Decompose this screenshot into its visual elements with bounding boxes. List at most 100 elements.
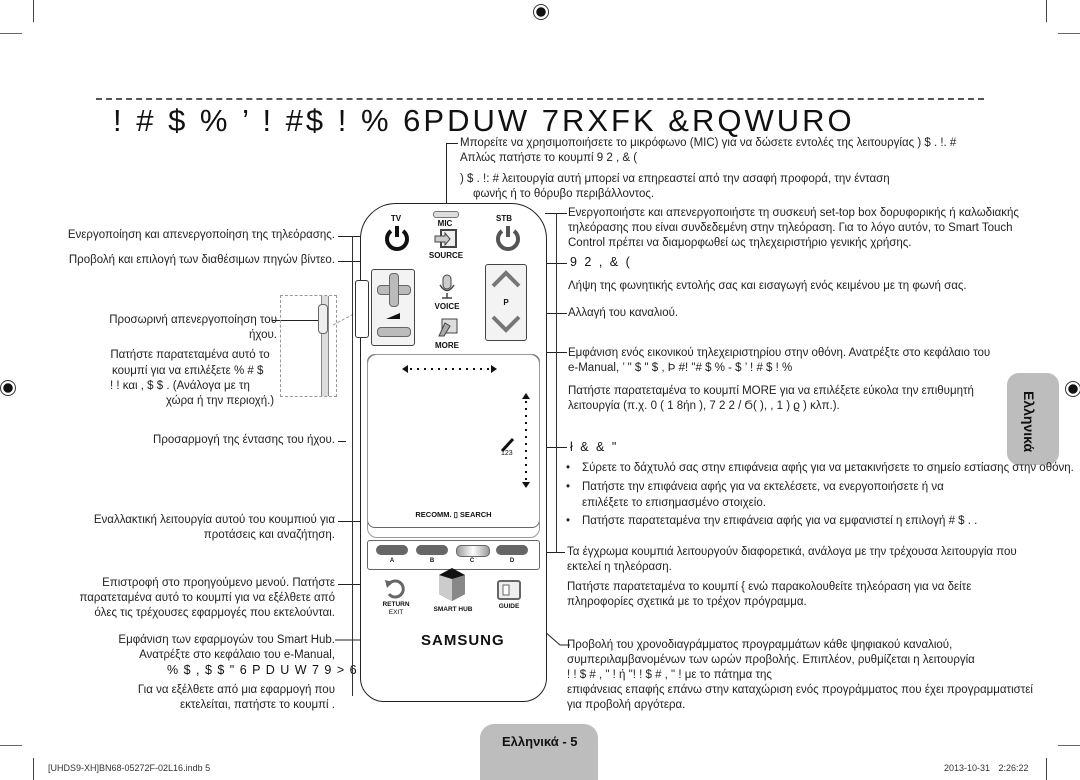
color-button-c[interactable]: [456, 545, 490, 557]
recomm-description-2: προτάσεις και αναζήτηση.: [203, 529, 335, 541]
page-title: ! # $ % ’ ! #$ ! % 6PDUW 7RXFK &RQWURO: [113, 103, 855, 138]
channel-rocker[interactable]: P: [485, 264, 527, 341]
voice-button[interactable]: [437, 274, 457, 300]
volume-description: Προσαρμογή της έντασης του ήχου.: [153, 434, 335, 446]
volume-down-icon: [377, 327, 411, 337]
samsung-logo: SAMSUNG: [421, 632, 505, 649]
return-button[interactable]: [383, 576, 407, 600]
crop-mark: [1046, 758, 1047, 780]
color-buttons-group: A B C D: [367, 540, 540, 570]
leader-line: [556, 213, 557, 553]
registration-mark-icon: [1065, 381, 1080, 397]
mute-button[interactable]: [355, 280, 369, 338]
color-buttons-hold-2: πληροφορίες σχετικά με το τρέχον πρόγραμ…: [567, 596, 807, 608]
crop-mark: [33, 758, 34, 780]
stb-description-2: τηλεόρασης που είναι συνδεδεμένη στην τη…: [568, 222, 1013, 234]
color-buttons-description-2: εκτελεί η τηλεόραση.: [567, 561, 672, 573]
channel-up-icon: [491, 270, 521, 288]
voice-label: VOICE: [434, 302, 460, 311]
volume-rocker[interactable]: [371, 269, 415, 346]
return-description-2: παρατεταμένα αυτό το κουμπί για να εξέλθ…: [79, 592, 335, 604]
guide-label: GUIDE: [498, 603, 520, 610]
page-number-tab: Ελληνικά - 5: [480, 724, 598, 780]
guide-description-4: επιφάνειας επαφής επάνω στην καταχώριση …: [567, 684, 1033, 696]
recomm-description: Εναλλακτική λειτουργία αυτού του κουμπιο…: [93, 514, 335, 526]
more-description: Εμφάνιση ενός εικονικού τηλεχειριστηρίου…: [568, 347, 991, 359]
color-button-a-label: A: [389, 558, 395, 564]
color-button-d[interactable]: [496, 545, 528, 555]
more-button[interactable]: [437, 318, 459, 338]
stb-label: STB: [496, 214, 512, 223]
channel-down-icon: [491, 315, 521, 333]
color-button-b[interactable]: [416, 545, 448, 555]
guide-description-3: ! ! $ # , " ! ή "! ! $ # , " ! με το πάτ…: [567, 669, 772, 681]
more-hold-description: Πατήστε παρατεταμένα το κουμπί MORE για …: [568, 385, 974, 397]
voice-heading: 9 2 , & (: [570, 255, 632, 269]
number-input-label: 123: [501, 450, 513, 457]
mute-description-2: ήχου.: [248, 329, 277, 341]
guide-button[interactable]: [496, 579, 522, 601]
smarthub-description: Εμφάνιση των εφαρμογών του Smart Hub.: [118, 634, 335, 646]
mute-hold-description-4: χώρα ή την περιοχή.): [165, 395, 275, 407]
stb-description-3: Control πρέπει να διαμορφωθεί ως τηλεχει…: [568, 237, 912, 249]
mute-hold-description-3: ! ! και , $ $ . (Ανάλογα με τη: [110, 380, 250, 392]
more-label: MORE: [435, 341, 459, 350]
footer-filename: [UHDS9-XH]BN68-05272F-02L16.indb 5: [48, 763, 211, 773]
crop-mark: [1058, 33, 1080, 34]
mute-description: Προσωρινή απενεργοποίηση του: [109, 314, 277, 326]
color-button-d-label: D: [509, 558, 515, 564]
crop-mark: [1046, 0, 1047, 22]
color-buttons-hold: Πατήστε παρατεταμένα το κουμπί { ενώ παρ…: [567, 581, 972, 593]
source-label: SOURCE: [428, 251, 464, 260]
mic-note: ) $ . !: # λειτουργία αυτή μπορεί να επη…: [460, 173, 890, 185]
volume-icon: [386, 313, 400, 319]
more-description-2: e-Manual, ’ " $ " $ , Þ #! "# $ % - $ ’ …: [568, 362, 793, 374]
source-button[interactable]: [433, 228, 459, 250]
registration-mark-icon: [0, 380, 16, 396]
language-tab: Ελληνικά: [1007, 373, 1059, 465]
touchpad-heading: ł & & ": [570, 440, 619, 454]
page-number: Ελληνικά - 5: [502, 734, 578, 749]
mic-instruction: Απλώς πατήστε το κουμπί 9 2 , & (: [460, 152, 638, 164]
leader-line: [545, 552, 565, 553]
touchpad-bullet: Σύρετε το δάχτυλό σας στην επιφάνεια αφή…: [562, 461, 1074, 477]
voice-description: Λήψη της φωνητικής εντολής σας και εισαγ…: [568, 280, 967, 292]
tv-power-button[interactable]: [383, 224, 411, 252]
leader-line: [338, 441, 346, 442]
return-description-3: όλες τις τρέχουσες εφαρμογές που εκτελού…: [94, 607, 335, 619]
more-hold-description-2: λειτουργία (π.χ. 0 ( 1 8ήn ), 7 2 2 / Ϭ(…: [568, 400, 840, 412]
smarthub-description-4: Για να εξέλθετε από μια εφαρμογή που: [137, 684, 335, 696]
crop-mark: [1058, 745, 1080, 746]
touchpad[interactable]: 123: [367, 354, 540, 528]
remote-side-view: [280, 295, 337, 397]
color-button-a[interactable]: [376, 545, 408, 555]
source-description: Προβολή και επιλογή των διαθέσιμων πηγών…: [68, 254, 335, 266]
leader-line: [446, 143, 458, 144]
smart-hub-button[interactable]: [437, 567, 467, 603]
section-divider: [96, 98, 984, 100]
mic-description: Μπορείτε να χρησιμοποιήσετε το μικρόφωνο…: [460, 137, 957, 149]
footer-datetime: 2013-10-31 2:26:22: [944, 763, 1029, 773]
mic-note-cont: φωνής ή το θόρυβο περιβάλλοντος.: [473, 188, 655, 200]
language-tab-label: Ελληνικά: [1021, 391, 1037, 453]
color-button-b-label: B: [429, 558, 435, 564]
color-buttons-description: Τα έγχρωμα κουμπιά λειτουργούν διαφορετι…: [567, 546, 1017, 558]
mic-label: MIC: [437, 219, 453, 228]
recomm-search-label: RECOMM. ▯ SEARCH: [415, 510, 492, 519]
channel-label: P: [503, 298, 509, 307]
horizontal-swipe-icon: [402, 365, 497, 373]
smart-hub-label: SMART HUB: [433, 606, 473, 613]
stb-power-button[interactable]: [494, 224, 522, 252]
crop-mark: [0, 745, 22, 746]
crop-mark: [33, 0, 34, 22]
guide-description: Προβολή του χρονοδιαγράμματος προγραμμάτ…: [567, 639, 953, 651]
mic-grille-icon: [433, 211, 459, 218]
stb-description: Ενεργοποιήστε και απενεργοποιήστε τη συσ…: [568, 207, 1019, 219]
registration-mark-icon: [533, 4, 549, 20]
smart-touch-remote: TV MIC STB SOURCE VOICE MORE P 123 RECOM…: [355, 203, 547, 702]
return-label: RETURN: [382, 601, 410, 608]
mute-hold-description-2: κουμπί για να επιλέξετε % # $: [112, 365, 264, 377]
tv-label: TV: [390, 214, 402, 223]
smarthub-description-5: εκτελείται, πατήστε το κουμπί .: [179, 699, 335, 711]
tv-power-description: Ενεργοποίηση και απενεργοποίηση της τηλε…: [67, 229, 335, 241]
